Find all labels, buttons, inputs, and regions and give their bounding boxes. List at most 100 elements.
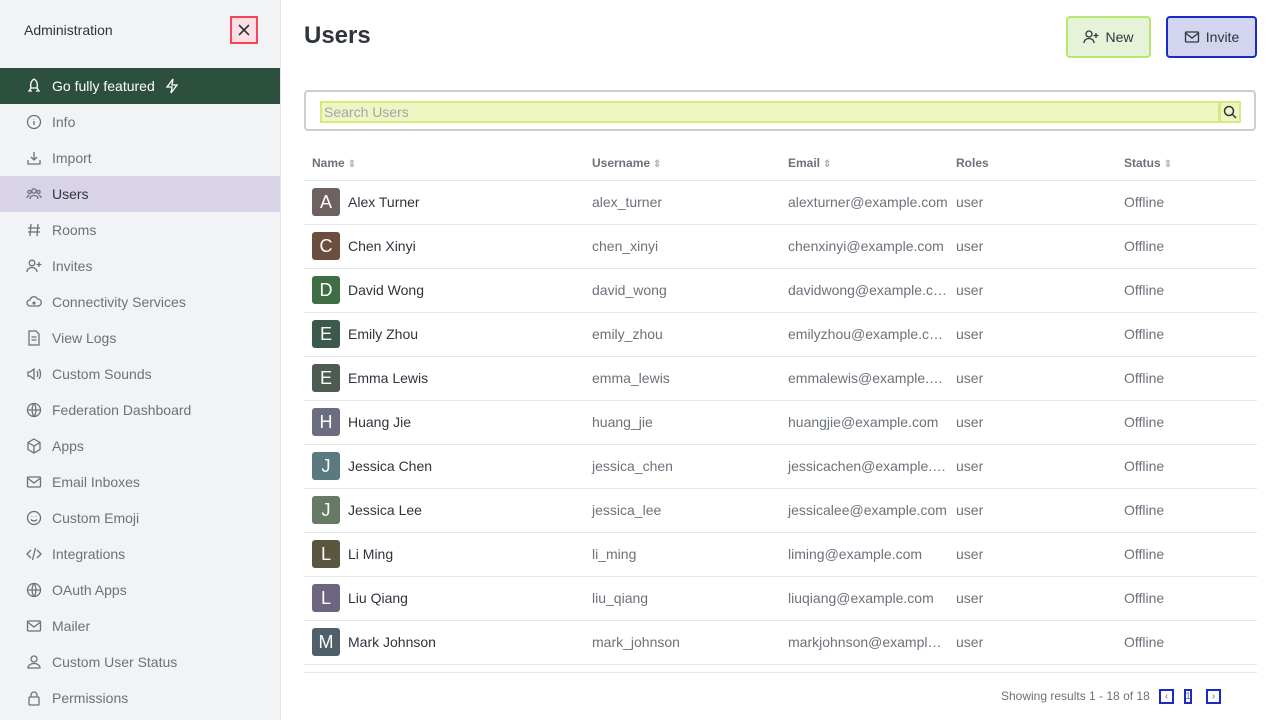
table-row[interactable]: D David Wong david_wong davidwong@example.c… xyxy=(304,268,1257,313)
table-row[interactable]: J Jessica Lee jessica_lee jessicalee@exampl… xyxy=(304,488,1257,533)
table-row[interactable]: E Emily Zhou emily_zhou emilyzhou@example.c… xyxy=(304,312,1257,357)
cell-username: li_ming xyxy=(584,532,780,577)
avatar-initial: L xyxy=(320,587,331,608)
sidebar-item-view-logs[interactable]: View Logs xyxy=(0,320,280,356)
user-name: Emma Lewis xyxy=(348,370,429,386)
avatar: C xyxy=(312,232,340,260)
column-header-label: Username xyxy=(592,156,651,171)
sidebar-item-go-fully-featured[interactable]: Go fully featured xyxy=(0,68,280,104)
sidebar-item-label: Email Inboxes xyxy=(52,474,140,490)
new-user-button[interactable]: New xyxy=(1066,16,1151,58)
close-sidebar-button[interactable] xyxy=(230,16,258,44)
document-icon xyxy=(24,328,44,348)
sidebar-item-label: Custom Emoji xyxy=(52,510,140,526)
user-name: Mark Johnson xyxy=(348,634,436,650)
sidebar-item-label: Custom User Status xyxy=(52,654,178,670)
sidebar-item-rooms[interactable]: Rooms xyxy=(0,212,280,248)
cell-name: E Emily Zhou xyxy=(304,312,584,357)
user-plus-icon xyxy=(1083,29,1099,45)
sidebar-item-federation-dashboard[interactable]: Federation Dashboard xyxy=(0,392,280,428)
table-row[interactable]: H Huang Jie huang_jie huangjie@example.com u… xyxy=(304,400,1257,445)
cell-email: davidwong@example.com xyxy=(780,268,948,313)
column-header-username[interactable]: Username ⇕ xyxy=(584,147,780,181)
cell-username: emily_zhou xyxy=(584,312,780,357)
column-header-name[interactable]: Name ⇕ xyxy=(304,147,584,181)
column-header-label: Name xyxy=(312,156,345,171)
sort-icon: ⇕ xyxy=(823,159,832,171)
sidebar-item-label: Apps xyxy=(52,438,84,454)
table-row[interactable]: J Jessica Chen jessica_chen jessicachen@exa… xyxy=(304,444,1257,489)
cell-username: jessica_lee xyxy=(584,488,780,533)
chevron-left-icon: ‹ xyxy=(1164,691,1169,702)
new-button-label: New xyxy=(1105,29,1134,45)
next-page-button[interactable]: › xyxy=(1206,689,1221,704)
sidebar-item-custom-sounds[interactable]: Custom Sounds xyxy=(0,356,280,392)
column-header-email[interactable]: Email ⇕ xyxy=(780,147,948,181)
sidebar-item-custom-emoji[interactable]: Custom Emoji xyxy=(0,500,280,536)
sidebar-item-apps[interactable]: Apps xyxy=(0,428,280,464)
cell-roles: user xyxy=(948,224,1116,269)
avatar-initial: J xyxy=(321,499,331,520)
user-name: Jessica Chen xyxy=(348,458,433,474)
avatar: J xyxy=(312,496,340,524)
table-row[interactable]: A Alex Turner alex_turner alexturner@exampl… xyxy=(304,180,1257,225)
avatar: L xyxy=(312,584,340,612)
sidebar-title: Administration xyxy=(24,22,113,38)
avatar-initial: D xyxy=(319,279,333,300)
avatar: L xyxy=(312,540,340,568)
table-row[interactable]: M Mark Johnson mark_johnson markjohnson@exa… xyxy=(304,620,1257,665)
rocket-icon xyxy=(24,76,44,96)
sidebar-item-label: Integrations xyxy=(52,546,126,562)
search-users-input[interactable] xyxy=(320,101,1220,123)
user-name: Alex Turner xyxy=(348,194,420,210)
column-header-status[interactable]: Status ⇕ xyxy=(1116,147,1257,181)
sidebar-item-email-inboxes[interactable]: Email Inboxes xyxy=(0,464,280,500)
lightning-icon xyxy=(165,78,179,94)
sidebar-item-label: Go fully featured xyxy=(52,78,155,94)
sidebar-item-invites[interactable]: Invites xyxy=(0,248,280,284)
sidebar-item-oauth-apps[interactable]: OAuth Apps xyxy=(0,572,280,608)
sidebar-item-custom-user-status[interactable]: Custom User Status xyxy=(0,644,280,680)
column-header-label: Status xyxy=(1124,156,1161,171)
avatar: D xyxy=(312,276,340,304)
cell-roles: user xyxy=(948,488,1116,533)
sidebar-item-label: Invites xyxy=(52,258,93,274)
sidebar-item-connectivity-services[interactable]: Connectivity Services xyxy=(0,284,280,320)
cell-name: J Jessica Chen xyxy=(304,444,584,489)
search-button[interactable] xyxy=(1219,101,1241,123)
cell-roles: user xyxy=(948,180,1116,225)
user-name: Jessica Lee xyxy=(348,502,422,518)
cube-icon xyxy=(24,436,44,456)
cell-status: Offline xyxy=(1116,400,1257,445)
search-icon xyxy=(1223,105,1237,119)
table-row[interactable]: L Li Ming li_ming liming@example.com user Off… xyxy=(304,532,1257,577)
chevron-right-icon: › xyxy=(1211,691,1216,702)
table-row[interactable]: E Emma Lewis emma_lewis emmalewis@example.c… xyxy=(304,356,1257,401)
sidebar-item-import[interactable]: Import xyxy=(0,140,280,176)
cell-status: Offline xyxy=(1116,180,1257,225)
sidebar-item-label: Custom Sounds xyxy=(52,366,152,382)
main-content: Users New Invite Name⇕ Username⇕ Email⇕ … xyxy=(281,0,1280,720)
cell-status: Offline xyxy=(1116,620,1257,665)
user-name: Li Ming xyxy=(348,546,394,562)
sidebar-item-info[interactable]: Info xyxy=(0,104,280,140)
user-name: David Wong xyxy=(348,282,425,298)
invite-button[interactable]: Invite xyxy=(1166,16,1257,58)
sidebar-item-integrations[interactable]: Integrations xyxy=(0,536,280,572)
cell-email: jessicachen@example.com xyxy=(780,444,948,489)
avatar: E xyxy=(312,364,340,392)
table-row[interactable]: L Liu Qiang liu_qiang liuqiang@example.com u… xyxy=(304,576,1257,621)
invite-button-label: Invite xyxy=(1205,29,1240,45)
cell-username: david_wong xyxy=(584,268,780,313)
cell-email: chenxinyi@example.com xyxy=(780,224,948,269)
prev-page-button[interactable]: ‹ xyxy=(1159,689,1174,704)
sort-icon: ⇕ xyxy=(653,159,662,171)
page-1-button[interactable]: 1 xyxy=(1184,689,1192,704)
table-row[interactable]: C Chen Xinyi chen_xinyi chenxinyi@example.c… xyxy=(304,224,1257,269)
avatar-initial: C xyxy=(319,235,333,256)
sidebar-item-users[interactable]: Users xyxy=(0,176,280,212)
cloud-icon xyxy=(24,292,44,312)
sidebar-item-permissions[interactable]: Permissions xyxy=(0,680,280,716)
sidebar-item-mailer[interactable]: Mailer xyxy=(0,608,280,644)
mail-icon xyxy=(24,472,44,492)
